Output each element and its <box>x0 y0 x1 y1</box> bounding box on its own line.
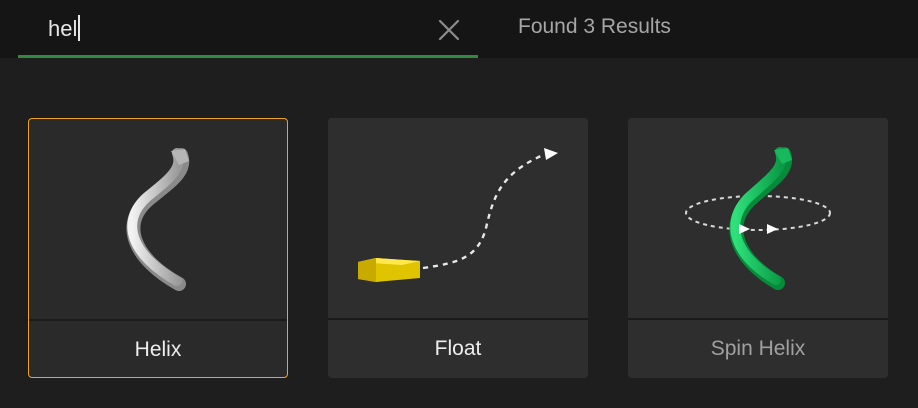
close-icon[interactable] <box>436 17 462 43</box>
helix-icon <box>29 119 287 319</box>
card-label: Spin Helix <box>710 337 806 360</box>
search-underline <box>18 55 478 58</box>
float-path-icon <box>328 118 588 318</box>
result-card-float[interactable]: Float <box>328 118 588 378</box>
result-card-helix[interactable]: Helix <box>28 118 288 378</box>
text-caret <box>78 15 80 41</box>
card-label: Helix <box>134 338 182 361</box>
result-card-spin-helix[interactable]: Spin Helix <box>628 118 888 378</box>
results-count: Found 3 Results <box>518 15 671 38</box>
card-label: Float <box>434 337 482 360</box>
search-input[interactable]: hel <box>48 12 80 46</box>
search-field[interactable]: hel <box>18 0 478 58</box>
search-bar: hel Found 3 Results <box>0 0 918 58</box>
search-input-value[interactable]: hel <box>48 16 77 41</box>
spin-helix-icon <box>628 118 888 318</box>
